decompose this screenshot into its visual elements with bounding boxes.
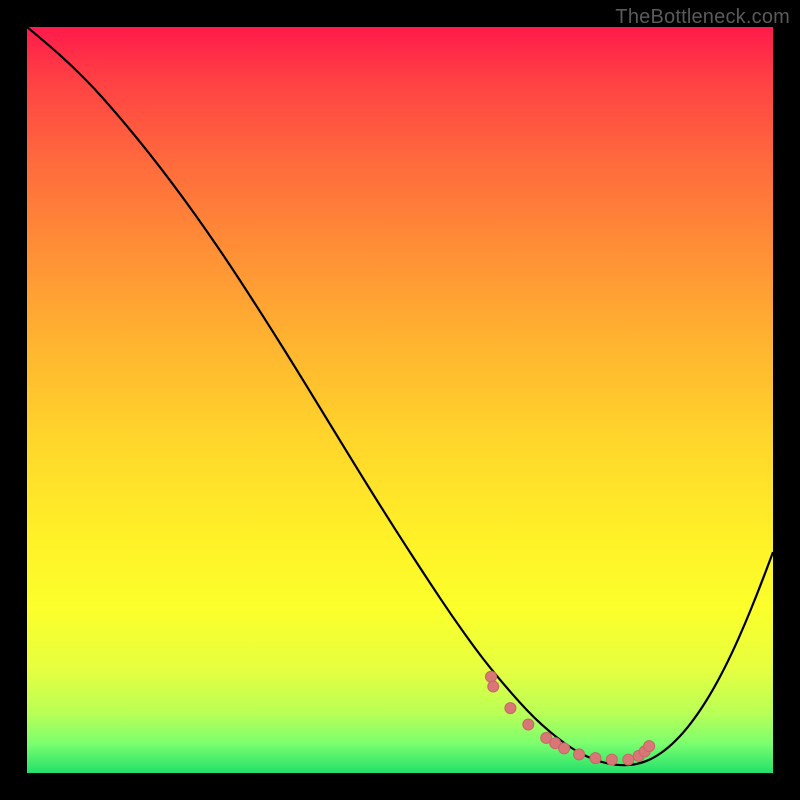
data-marker — [523, 719, 534, 730]
data-marker — [590, 753, 601, 764]
data-marker — [574, 749, 585, 760]
data-marker — [505, 703, 516, 714]
data-marker — [606, 754, 617, 765]
data-marker — [488, 681, 499, 692]
data-marker — [559, 743, 570, 754]
data-marker — [644, 741, 655, 752]
data-marker — [486, 671, 497, 682]
marker-layer — [27, 27, 773, 773]
watermark: TheBottleneck.com — [615, 6, 790, 29]
data-marker — [623, 754, 634, 765]
